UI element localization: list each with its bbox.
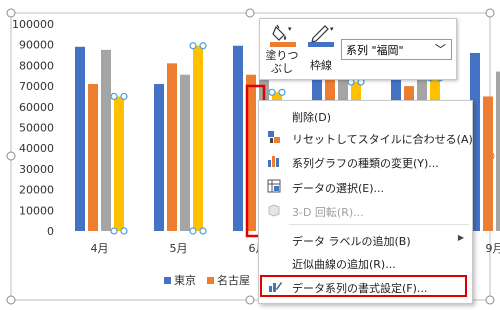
- menu-item-select-data[interactable]: データの選択(E)...: [259, 175, 472, 197]
- y-tick-label: 20000: [19, 184, 54, 197]
- bar-2-1[interactable]: [180, 74, 190, 231]
- outline-color-bar: [308, 42, 334, 47]
- x-tick-label: 9月: [486, 242, 500, 255]
- y-tick-label: 60000: [19, 101, 54, 114]
- x-tick-label: 4月: [91, 242, 109, 255]
- menu-item-label: 系列グラフの種類の変更(Y)...: [292, 157, 439, 170]
- bar-3-0[interactable]: [114, 96, 124, 231]
- series-select-value: 系列 "福岡": [346, 44, 404, 57]
- menu-item-label: 3-D 回転(R)...: [292, 206, 364, 219]
- paint-bucket-icon: [270, 24, 296, 47]
- bar-1-5[interactable]: [483, 96, 493, 231]
- outline-label: 枠線: [310, 59, 332, 72]
- y-tick-label: 70000: [19, 80, 54, 93]
- outline-dropdown-arrow-icon[interactable]: ▾: [330, 25, 334, 33]
- resize-handle[interactable]: [6, 8, 16, 18]
- fill-label-line1: 塗りつ: [265, 49, 299, 62]
- menu-item-format-data-series[interactable]: データ系列の書式設定(F)...: [260, 275, 467, 297]
- format-series-icon: [269, 282, 282, 292]
- selection-handle[interactable]: [110, 227, 118, 235]
- menu-item-label: 削除(D): [292, 111, 332, 124]
- menu-item-reset-style[interactable]: リセットしてスタイルに合わせる(A): [259, 126, 473, 148]
- selection-handle[interactable]: [120, 92, 128, 101]
- fill-button[interactable]: ▾ 塗りつ ぶし: [264, 21, 300, 77]
- menu-separator: [289, 224, 469, 225]
- bar-2-0[interactable]: [101, 49, 111, 231]
- rotate-3d-icon: [268, 204, 280, 217]
- legend-label-tokyo: 東京: [174, 274, 196, 287]
- selection-handle[interactable]: [110, 92, 118, 101]
- menu-item-label: リセットしてスタイルに合わせる(A): [292, 133, 473, 146]
- context-menu: 削除(D) リセットしてスタイルに合わせる(A) 系列グラフの種類の変更(Y).…: [258, 100, 473, 304]
- selection-handle[interactable]: [278, 88, 286, 96]
- resize-handle[interactable]: [6, 295, 16, 305]
- resize-handle[interactable]: [245, 8, 255, 18]
- fill-dropdown-arrow-icon[interactable]: ▾: [288, 25, 292, 33]
- mini-toolbar: ▾ 塗りつ ぶし ▾ 枠線 系列 "福岡" ﹀: [259, 18, 457, 80]
- reset-style-icon: [268, 131, 280, 143]
- bar-0-1[interactable]: [154, 84, 164, 231]
- menu-item-3d-rotation[interactable]: 3-D 回転(R)...: [259, 199, 472, 221]
- select-data-icon: [267, 179, 281, 193]
- y-tick-label: 10000: [19, 204, 54, 217]
- y-tick-label: 30000: [19, 163, 54, 176]
- resize-handle[interactable]: [6, 151, 16, 161]
- resize-handle[interactable]: [485, 295, 495, 305]
- legend-swatch-tokyo: [164, 276, 171, 284]
- menu-item-add-trendline[interactable]: 近似曲線の追加(R)...: [259, 251, 472, 273]
- bar-2-5[interactable]: [496, 71, 500, 231]
- y-axis: 0 10000 20000 30000 40000 50000 60000 70000 8000…: [12, 18, 54, 238]
- menu-item-label: 近似曲線の追加(R)...: [292, 258, 396, 271]
- selection-handle[interactable]: [199, 227, 207, 235]
- y-tick-label: 80000: [19, 59, 54, 72]
- menu-item-add-data-labels[interactable]: データ ラベルの追加(B) ▶: [259, 228, 472, 250]
- y-tick-label: 90000: [19, 39, 54, 52]
- legend-swatch-nagoya: [207, 276, 214, 284]
- bar-1-0[interactable]: [88, 84, 98, 231]
- series-select[interactable]: 系列 "福岡" ﹀: [341, 39, 452, 60]
- submenu-arrow-icon: ▶: [457, 233, 464, 242]
- chevron-down-icon[interactable]: ﹀: [435, 41, 446, 57]
- selection-handle[interactable]: [120, 227, 128, 235]
- resize-handle[interactable]: [485, 8, 495, 18]
- fill-label-line2: ぶし: [271, 62, 293, 75]
- selection-handle[interactable]: [199, 42, 207, 50]
- menu-item-delete[interactable]: 削除(D): [259, 104, 472, 126]
- menu-item-label: データの選択(E)...: [292, 182, 385, 195]
- menu-item-label: データ系列の書式設定(F)...: [292, 282, 428, 295]
- selection-handle[interactable]: [189, 42, 197, 50]
- resize-handle[interactable]: [245, 295, 255, 305]
- chart-type-icon: [268, 156, 279, 167]
- bar-1-1[interactable]: [167, 63, 177, 231]
- x-tick-label: 5月: [170, 242, 188, 255]
- y-tick-label: 0: [47, 225, 54, 238]
- bar-0-0[interactable]: [75, 46, 85, 231]
- menu-item-label: データ ラベルの追加(B): [292, 235, 411, 248]
- outline-button[interactable]: ▾ 枠線: [304, 21, 338, 77]
- legend-label-nagoya: 名古屋: [217, 274, 250, 287]
- menu-item-change-chart-type[interactable]: 系列グラフの種類の変更(Y)...: [259, 150, 472, 172]
- y-tick-label: 100000: [12, 18, 54, 31]
- legend-item-nagoya[interactable]: 名古屋: [207, 272, 250, 288]
- fill-color-bar: [270, 42, 296, 47]
- y-tick-label: 40000: [19, 142, 54, 155]
- selection-handle[interactable]: [268, 88, 276, 96]
- y-tick-label: 50000: [19, 122, 54, 135]
- bar-3-1[interactable]: [193, 45, 203, 231]
- selection-handle[interactable]: [189, 227, 197, 235]
- legend-item-tokyo[interactable]: 東京: [164, 272, 196, 288]
- bar-0-2[interactable]: [233, 45, 243, 231]
